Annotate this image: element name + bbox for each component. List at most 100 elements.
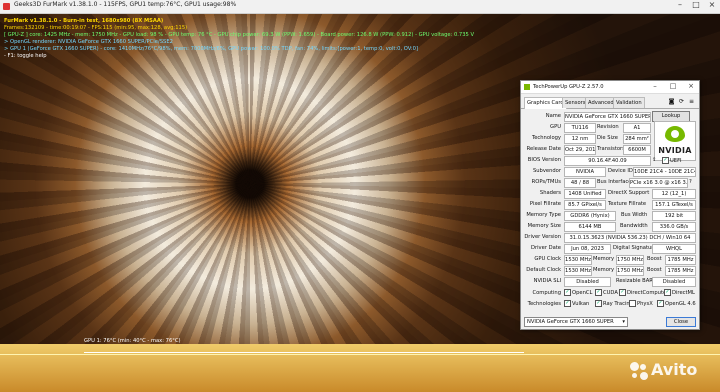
label-computing: Computing: [532, 290, 562, 296]
label-nvidia-sli: NVIDIA SLI: [533, 278, 561, 284]
cuda-checkbox[interactable]: ✓ CUDA: [595, 289, 618, 296]
share-icon[interactable]: ⇪: [652, 157, 656, 163]
label-boost: Boost: [647, 256, 662, 262]
row-technologies: Technologies ✓ Vulkan ✓ Ray Tracing PhysX …: [521, 300, 699, 309]
label-pixel-fillrate: Pixel Fillrate: [529, 201, 561, 207]
label-revision: Revision: [597, 124, 619, 130]
label-name: Name: [545, 113, 561, 119]
gpu-clock-field: 1530 MHz: [564, 255, 592, 265]
shaders-field: 1408 Unified: [564, 189, 606, 199]
driver-date-field: Jun 08, 2023: [564, 244, 611, 254]
refresh-icon[interactable]: ⟳: [678, 98, 685, 105]
label-rops: ROPs/TMUs: [531, 179, 561, 185]
label-memory: Memory: [593, 267, 615, 273]
directcompute-checkbox[interactable]: ✓ DirectCompute: [619, 289, 666, 296]
label-bios: BIOS Version: [527, 157, 561, 163]
label-die-size: Die Size: [597, 135, 618, 141]
label-bus-interface: Bus Interface: [597, 179, 632, 185]
gpu-memory-field: 1750 MHz: [616, 255, 644, 265]
bios-field: 90.16.4F.40.09: [564, 156, 651, 166]
default-memory-field: 1750 MHz: [616, 266, 644, 276]
directml-checkbox[interactable]: ✓ DirectML: [664, 289, 695, 296]
uefi-checkbox[interactable]: ✓ UEFI: [662, 157, 682, 164]
transistors-field: 6600M: [623, 145, 651, 155]
bandwidth-field: 336.0 GB/s: [652, 222, 696, 232]
technology-field: 12 nm: [564, 134, 596, 144]
directx-field: 12 (12_1): [652, 189, 696, 199]
digital-signature-field: WHQL: [652, 244, 696, 254]
gpuz-app-icon: [524, 84, 530, 90]
label-texture-fillrate: Texture Fillrate: [608, 201, 647, 207]
gpuz-body: Name NVIDIA GeForce GTX 1660 SUPER Looku…: [521, 109, 699, 323]
minimize-icon[interactable]: –: [672, 0, 688, 9]
furmark-app-icon: [3, 3, 10, 10]
row-memory-type: Memory Type GDDR6 (Hynix) Bus Width 192 …: [521, 211, 699, 221]
tab-validation[interactable]: Validation: [613, 97, 645, 108]
label-default-clock: Default Clock: [526, 267, 561, 273]
label-transistors: Transistors: [597, 146, 625, 152]
label-resizable-bar: Resizable BAR: [616, 278, 653, 284]
gpuz-window: TechPowerUp GPU-Z 2.57.0 – □ × Graphics …: [520, 80, 700, 330]
gpuz-tabs: Graphics Card Sensors Advanced Validatio…: [521, 97, 699, 109]
label-digital-signature: Digital Signature: [613, 245, 657, 251]
label-memory: Memory: [593, 256, 615, 262]
toolbar-icons: ◙ ⟳ ≡: [665, 98, 695, 105]
die-size-field: 284 mm²: [623, 134, 651, 144]
minimize-icon[interactable]: –: [649, 82, 661, 90]
tab-advanced[interactable]: Advanced: [585, 97, 617, 108]
label-subvendor: Subvendor: [532, 168, 561, 174]
close-icon[interactable]: ×: [704, 0, 720, 9]
label-device-id: Device ID: [608, 168, 633, 174]
overlay-line: [ GPU-Z ] core: 1425 MHz - mem: 1750 MHz…: [4, 32, 475, 38]
gpu-select-value: NVIDIA GeForce GTX 1660 SUPER: [527, 319, 614, 325]
row-rops: ROPs/TMUs 48 / 88 Bus Interface PCIe x16…: [521, 178, 699, 188]
texture-fillrate-field: 157.1 GTexel/s: [652, 200, 696, 210]
avito-watermark: Avito: [630, 360, 697, 380]
help-icon[interactable]: ?: [689, 179, 692, 185]
gpuz-titlebar: TechPowerUp GPU-Z 2.57.0 – □ ×: [521, 81, 699, 94]
furmark-titlebar: Geeks3D FurMark v1.38.1.0 - 115FPS, GPU1…: [0, 0, 720, 14]
row-shaders: Shaders 1408 Unified DirectX Support 12 …: [521, 189, 699, 199]
resizable-bar-field: Disabled: [652, 277, 696, 287]
gpu-field: TU116: [564, 123, 596, 133]
memory-size-field: 6144 MB: [564, 222, 616, 232]
driver-version-field: 31.0.15.3623 (NVIDIA 536.23) DCH / Win10…: [564, 233, 696, 243]
row-driver-version: Driver Version 31.0.15.3623 (NVIDIA 536.…: [521, 233, 699, 243]
bus-width-field: 192 bit: [652, 211, 696, 221]
menu-icon[interactable]: ≡: [688, 98, 695, 105]
close-icon[interactable]: ×: [685, 82, 697, 90]
avito-logo-icon: [630, 361, 648, 380]
maximize-icon[interactable]: □: [688, 0, 704, 9]
gpu-select-dropdown[interactable]: NVIDIA GeForce GTX 1660 SUPER ▾: [524, 317, 628, 327]
vulkan-checkbox[interactable]: ✓ Vulkan: [564, 300, 589, 307]
ray-tracing-checkbox[interactable]: ✓ Ray Tracing: [595, 300, 633, 307]
camera-icon[interactable]: ◙: [668, 98, 675, 105]
row-name: Name NVIDIA GeForce GTX 1660 SUPER Looku…: [521, 111, 699, 122]
furmark-window-title: Geeks3D FurMark v1.38.1.0 - 115FPS, GPU1…: [14, 1, 237, 8]
label-directx: DirectX Support: [608, 190, 650, 196]
bus-interface-field: PCIe x16 3.0 @ x16 3.0: [629, 178, 688, 188]
opengl-checkbox[interactable]: ✓ OpenGL 4.6: [657, 300, 696, 307]
gpu-temp-graph-line: [84, 352, 524, 353]
default-clock-field: 1530 MHz: [564, 266, 592, 276]
floor-line: [0, 354, 720, 355]
label-driver-date: Driver Date: [530, 245, 561, 251]
label-driver-version: Driver Version: [524, 234, 561, 240]
label-release-date: Release Date: [526, 146, 561, 152]
label-technologies: Technologies: [527, 301, 561, 307]
name-field: NVIDIA GeForce GTX 1660 SUPER: [564, 112, 651, 122]
sli-field: Disabled: [564, 277, 611, 287]
maximize-icon[interactable]: □: [667, 82, 679, 90]
revision-field: A1: [623, 123, 651, 133]
close-button[interactable]: Close: [666, 317, 696, 327]
physx-checkbox[interactable]: PhysX: [629, 300, 653, 307]
tab-graphics-card[interactable]: Graphics Card: [524, 97, 567, 109]
row-gpu-clock: GPU Clock 1530 MHz Memory 1750 MHz Boost…: [521, 255, 699, 265]
label-shaders: Shaders: [539, 190, 561, 196]
pixel-fillrate-field: 85.7 GPixel/s: [564, 200, 606, 210]
furmark-overlay: FurMark v1.38.1.0 - Burn-in test, 1680x9…: [4, 18, 474, 60]
release-date-field: Oct 29, 2019: [564, 145, 596, 155]
opencl-checkbox[interactable]: ✓ OpenCL: [564, 289, 592, 296]
default-boost-field: 1785 MHz: [665, 266, 696, 276]
device-id-field: 10DE 21C4 - 10DE 21C4: [633, 167, 696, 177]
